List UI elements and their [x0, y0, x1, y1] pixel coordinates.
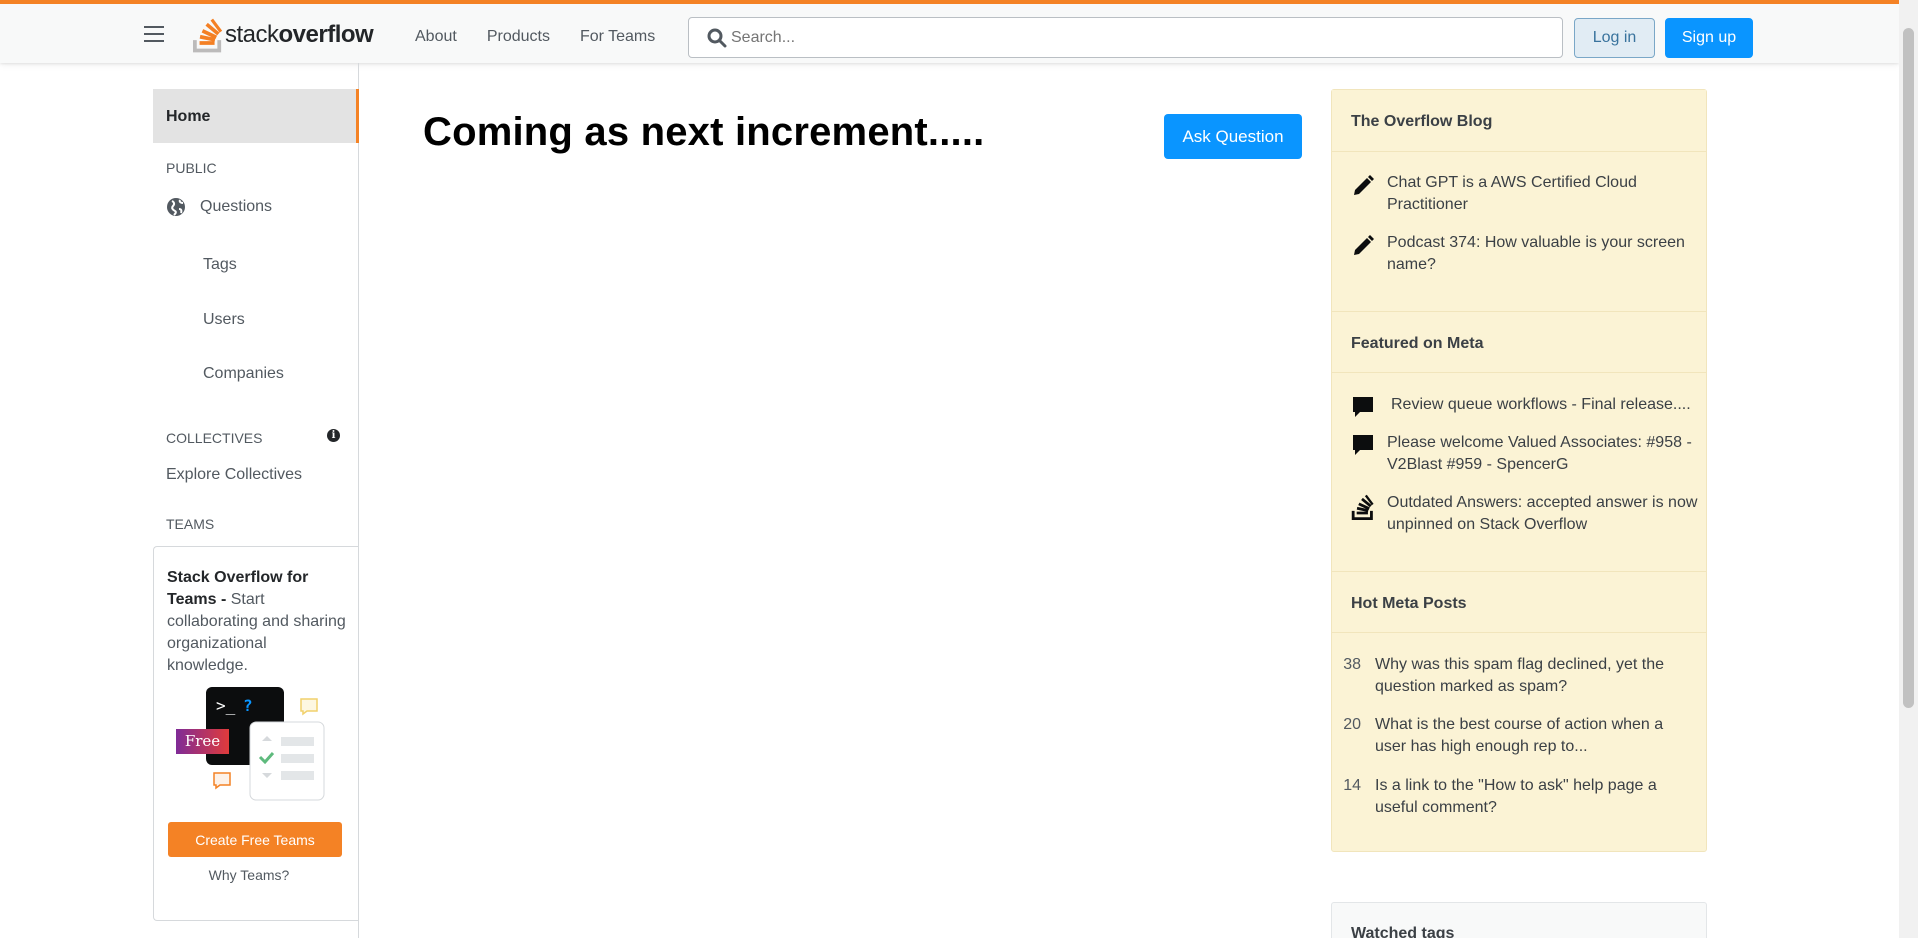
- explore-collectives-link[interactable]: Explore Collectives: [166, 466, 302, 484]
- blog-heading: The Overflow Blog: [1332, 90, 1706, 152]
- meta-item-text: Outdated Answers: accepted answer is now…: [1387, 494, 1698, 533]
- page-title: Coming as next increment.....: [423, 110, 985, 154]
- search-icon: [707, 28, 727, 47]
- public-heading: PUBLIC: [166, 160, 217, 176]
- svg-text:?: ?: [243, 696, 253, 715]
- meta-item[interactable]: Please welcome Valued Associates: #958 -…: [1351, 432, 1701, 476]
- hamburger-menu-icon[interactable]: [144, 26, 164, 42]
- watched-tags-heading: Watched tags: [1351, 925, 1455, 938]
- top-nav: About Products For Teams: [400, 22, 670, 52]
- sidebar-item-questions[interactable]: Questions: [166, 197, 272, 217]
- globe-icon: [167, 198, 185, 216]
- questions-label: Questions: [200, 198, 273, 215]
- logo-text: stackoverflow: [225, 21, 374, 48]
- teams-promo: Stack Overflow for Teams - Start collabo…: [153, 546, 359, 921]
- meta-item[interactable]: Outdated Answers: accepted answer is now…: [1351, 492, 1701, 536]
- stackoverflow-icon: [1351, 494, 1374, 520]
- info-icon[interactable]: i: [327, 429, 340, 442]
- pencil-icon: [1354, 235, 1374, 255]
- teams-heading: TEAMS: [166, 516, 215, 532]
- hot-meta-item[interactable]: 20 What is the best course of action whe…: [1333, 714, 1683, 758]
- search-input[interactable]: [731, 28, 1562, 47]
- left-sidebar: Home PUBLIC Questions Tags Users Compani…: [153, 63, 359, 938]
- blog-item-text: Chat GPT is a AWS Certified Cloud Practi…: [1387, 174, 1637, 213]
- hot-meta-count: 38: [1343, 656, 1361, 673]
- sidebar-item-tags[interactable]: Tags: [203, 256, 237, 274]
- signup-button[interactable]: Sign up: [1665, 18, 1753, 58]
- collectives-heading: COLLECTIVES: [166, 430, 263, 446]
- blog-item[interactable]: Chat GPT is a AWS Certified Cloud Practi…: [1351, 172, 1701, 216]
- comment-icon: [1353, 435, 1373, 455]
- hot-meta-item[interactable]: 14 Is a link to the "How to ask" help pa…: [1333, 775, 1683, 819]
- blog-item[interactable]: Podcast 374: How valuable is your screen…: [1351, 232, 1701, 276]
- nav-about[interactable]: About: [400, 22, 472, 52]
- sidebar-widget: The Overflow Blog Chat GPT is a AWS Cert…: [1331, 89, 1707, 852]
- hot-meta-count: 14: [1343, 777, 1361, 794]
- hot-meta-text: What is the best course of action when a…: [1375, 716, 1664, 755]
- why-teams-link[interactable]: Why Teams?: [154, 867, 344, 883]
- svg-text:>_: >_: [216, 696, 236, 715]
- top-bar: stackoverflow About Products For Teams L…: [0, 0, 1899, 63]
- meta-item-text: Please welcome Valued Associates: #958 -…: [1387, 434, 1692, 473]
- watched-tags-widget: Watched tags: [1331, 902, 1707, 938]
- ask-question-button[interactable]: Ask Question: [1164, 114, 1302, 159]
- sidebar-item-users[interactable]: Users: [203, 311, 245, 329]
- sidebar-item-companies[interactable]: Companies: [203, 365, 284, 383]
- blog-item-text: Podcast 374: How valuable is your screen…: [1387, 234, 1685, 273]
- search-box[interactable]: [688, 17, 1563, 58]
- teams-promo-text: Stack Overflow for Teams - Start collabo…: [167, 569, 346, 674]
- meta-item-text: Review queue workflows - Final release..…: [1391, 396, 1691, 413]
- meta-item[interactable]: Review queue workflows - Final release..…: [1351, 394, 1701, 425]
- scrollbar[interactable]: [1899, 0, 1918, 938]
- stackoverflow-logo[interactable]: stackoverflow: [193, 15, 374, 55]
- hot-meta-heading: Hot Meta Posts: [1332, 571, 1706, 633]
- free-badge: Free: [176, 729, 229, 754]
- meta-heading: Featured on Meta: [1332, 311, 1706, 373]
- stackoverflow-logo-icon: [193, 18, 223, 53]
- comment-icon: [1353, 397, 1373, 417]
- scrollbar-thumb[interactable]: [1903, 28, 1914, 708]
- sidebar-item-home[interactable]: Home: [153, 89, 359, 143]
- hot-meta-count: 20: [1343, 716, 1361, 733]
- nav-products[interactable]: Products: [472, 22, 565, 52]
- nav-for-teams[interactable]: For Teams: [565, 22, 670, 52]
- hot-meta-text: Is a link to the "How to ask" help page …: [1375, 777, 1657, 816]
- login-button[interactable]: Log in: [1574, 18, 1655, 58]
- pencil-icon: [1354, 175, 1374, 195]
- hot-meta-item[interactable]: 38 Why was this spam flag declined, yet …: [1333, 654, 1683, 698]
- hot-meta-text: Why was this spam flag declined, yet the…: [1375, 656, 1665, 695]
- create-free-teams-button[interactable]: Create Free Teams: [168, 822, 342, 857]
